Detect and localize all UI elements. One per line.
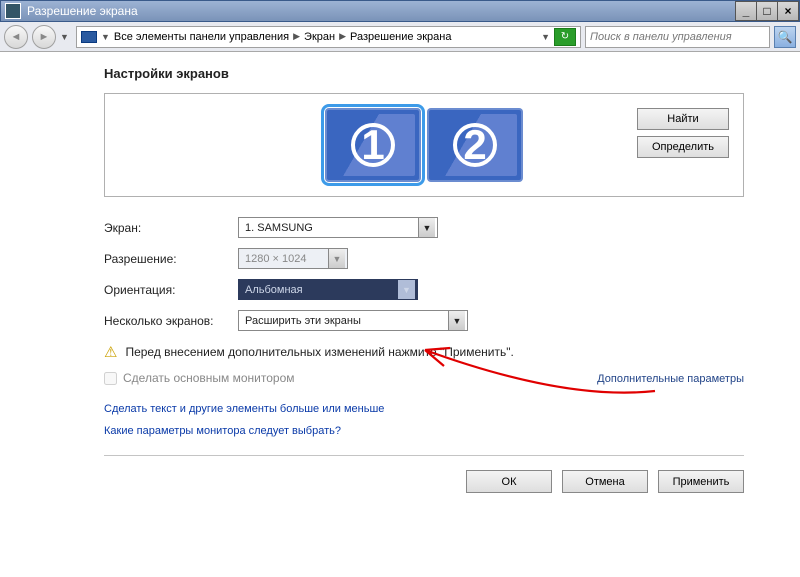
advanced-link[interactable]: Дополнительные параметры: [597, 373, 744, 385]
search-button[interactable]: 🔍: [774, 26, 796, 48]
orientation-select[interactable]: Альбомная▼: [238, 279, 418, 300]
make-primary-checkbox: [104, 372, 117, 385]
apply-button[interactable]: Применить: [658, 470, 744, 493]
multi-display-label: Несколько экранов:: [104, 314, 238, 328]
monitor-1-number: 1: [351, 123, 395, 167]
breadcrumb[interactable]: ▼ Все элементы панели управления ▶ Экран…: [76, 26, 581, 48]
window-title: Разрешение экрана: [25, 4, 736, 18]
identify-button[interactable]: Определить: [637, 136, 729, 158]
breadcrumb-mid[interactable]: Экран: [304, 31, 335, 43]
monitor-2-number: 2: [453, 123, 497, 167]
make-primary-label: Сделать основным монитором: [123, 371, 295, 385]
display-icon: [81, 31, 97, 43]
find-button[interactable]: Найти: [637, 108, 729, 130]
monitor-1[interactable]: 1: [325, 108, 421, 182]
ok-button[interactable]: ОК: [466, 470, 552, 493]
maximize-button[interactable]: □: [756, 1, 778, 21]
close-button[interactable]: ×: [777, 1, 799, 21]
monitor-preview: 1 2 Найти Определить: [104, 93, 744, 197]
display-label: Экран:: [104, 221, 238, 235]
cancel-button[interactable]: Отмена: [562, 470, 648, 493]
monitor-2[interactable]: 2: [427, 108, 523, 182]
resolution-select[interactable]: 1280 × 1024▼: [238, 248, 348, 269]
warning-icon: ⚠: [104, 343, 117, 361]
page-heading: Настройки экранов: [104, 66, 744, 81]
apply-warning: ⚠ Перед внесением дополнительных изменен…: [104, 343, 744, 361]
resolution-label: Разрешение:: [104, 252, 238, 266]
display-select[interactable]: 1. SAMSUNG▼: [238, 217, 438, 238]
breadcrumb-root[interactable]: Все элементы панели управления: [114, 31, 289, 43]
orientation-label: Ориентация:: [104, 283, 238, 297]
forward-button[interactable]: ►: [32, 25, 56, 49]
multi-display-select[interactable]: Расширить эти экраны▼: [238, 310, 468, 331]
window-titlebar: Разрешение экрана _ □ ×: [0, 0, 800, 22]
refresh-button[interactable]: ↻: [554, 28, 576, 46]
minimize-button[interactable]: _: [735, 1, 757, 21]
navbar: ◄ ► ▼ ▼ Все элементы панели управления ▶…: [0, 22, 800, 52]
which-monitor-link[interactable]: Какие параметры монитора следует выбрать…: [104, 425, 744, 437]
history-dropdown[interactable]: ▼: [60, 32, 72, 42]
content-area: Настройки экранов 1 2 Найти Определить Э…: [0, 52, 800, 577]
app-icon: [5, 3, 21, 19]
text-size-link[interactable]: Сделать текст и другие элементы больше и…: [104, 403, 744, 415]
search-input[interactable]: Поиск в панели управления: [585, 26, 770, 48]
back-button[interactable]: ◄: [4, 25, 28, 49]
breadcrumb-leaf[interactable]: Разрешение экрана: [350, 31, 451, 43]
